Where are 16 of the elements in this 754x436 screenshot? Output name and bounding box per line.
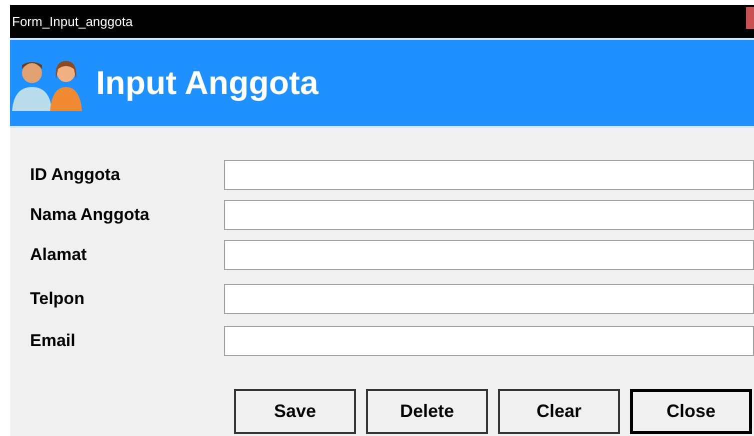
input-field[interactable] <box>224 240 754 270</box>
input-field[interactable] <box>224 326 754 356</box>
window-title: Form_Input_anggota <box>12 12 133 31</box>
header-title: Input Anggota <box>96 63 318 104</box>
input-field[interactable] <box>224 200 754 230</box>
form-button[interactable]: Delete <box>366 389 488 434</box>
field-label: Telpon <box>29 288 86 310</box>
field-label: ID Anggota <box>29 164 122 186</box>
input-field[interactable] <box>224 284 754 314</box>
field-label: Alamat <box>29 244 88 266</box>
field-label: Nama Anggota <box>29 204 150 226</box>
field-label: Email <box>29 330 76 352</box>
form-button[interactable]: Save <box>234 389 356 434</box>
form-button[interactable]: Clear <box>498 389 620 434</box>
input-field[interactable] <box>224 160 754 190</box>
form-button[interactable]: Close <box>630 389 752 434</box>
